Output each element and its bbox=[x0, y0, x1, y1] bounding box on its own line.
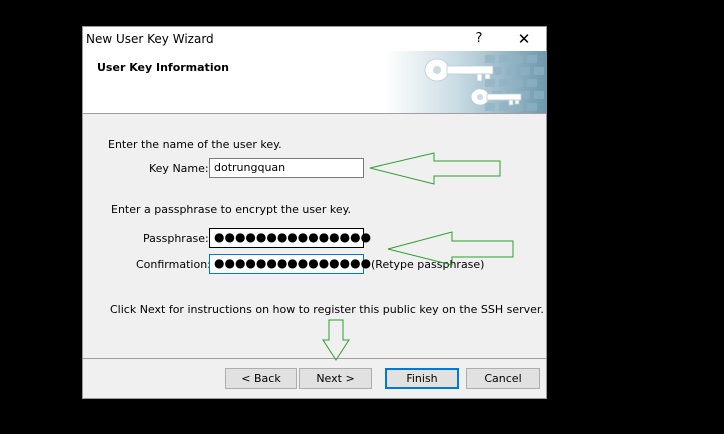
next-button[interactable]: Next > bbox=[299, 368, 372, 389]
key-name-instruction: Enter the name of the user key. bbox=[108, 138, 282, 151]
close-button[interactable]: ✕ bbox=[511, 30, 537, 48]
next-instruction: Click Next for instructions on how to re… bbox=[110, 303, 544, 316]
back-button[interactable]: < Back bbox=[225, 368, 297, 389]
key-name-label: Key Name: bbox=[149, 162, 209, 175]
page-title: User Key Information bbox=[97, 61, 229, 74]
passphrase-input[interactable]: ●●●●●●●●●●●●●●● bbox=[209, 228, 371, 248]
key-name-input[interactable]: dotrungquan bbox=[209, 158, 364, 178]
title-bar: New User Key Wizard ? ✕ bbox=[83, 27, 546, 51]
finish-button[interactable]: Finish bbox=[385, 368, 459, 389]
keys-banner-icon bbox=[385, 51, 547, 113]
help-button[interactable]: ? bbox=[469, 30, 489, 48]
confirmation-label: Confirmation: bbox=[136, 258, 211, 271]
retype-hint: (Retype passphrase) bbox=[371, 258, 485, 271]
passphrase-instruction: Enter a passphrase to encrypt the user k… bbox=[111, 203, 352, 216]
window-title: New User Key Wizard bbox=[86, 32, 214, 46]
passphrase-label: Passphrase: bbox=[143, 232, 209, 245]
footer-divider bbox=[83, 358, 546, 359]
wizard-header: User Key Information bbox=[83, 51, 547, 114]
new-user-key-wizard-dialog: New User Key Wizard ? ✕ User Key Informa… bbox=[82, 26, 547, 399]
cancel-button[interactable]: Cancel bbox=[466, 368, 540, 389]
confirmation-input[interactable]: ●●●●●●●●●●●●●●● bbox=[209, 254, 371, 274]
